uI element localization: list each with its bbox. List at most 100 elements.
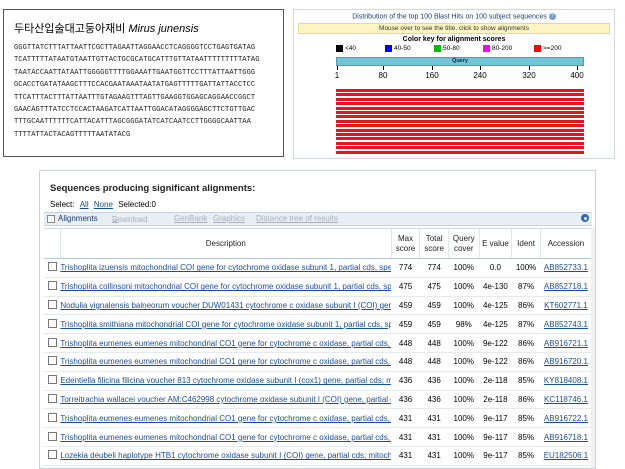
e-cell: 9e-122 bbox=[479, 333, 512, 353]
ident-cell: 87% bbox=[511, 277, 541, 297]
row-checkbox[interactable] bbox=[47, 393, 57, 403]
axis-tick bbox=[577, 66, 578, 70]
hit-bar[interactable] bbox=[336, 119, 584, 123]
alignments-tab[interactable]: Alignments bbox=[58, 214, 98, 223]
row-checkbox[interactable] bbox=[47, 337, 57, 347]
select-label: Select: bbox=[50, 200, 75, 209]
row-checkbox[interactable] bbox=[47, 375, 57, 385]
accession-link[interactable]: AB916722.1 bbox=[544, 414, 588, 423]
row-checkbox[interactable] bbox=[47, 412, 57, 422]
description-link[interactable]: Trishoplita collinsoni mitochondrial COI… bbox=[60, 282, 391, 291]
accession-cell: AB852733.1 bbox=[540, 258, 592, 278]
description-link[interactable]: Torreitrachia wallacei voucher AM:C46299… bbox=[60, 395, 391, 404]
row-checkbox[interactable] bbox=[47, 299, 57, 309]
row-checkbox[interactable] bbox=[47, 318, 57, 328]
accession-link[interactable]: AB916721.1 bbox=[544, 339, 588, 348]
select-all-link[interactable]: All bbox=[80, 200, 89, 209]
hit-bar[interactable] bbox=[336, 128, 584, 132]
accession-link[interactable]: KY818408.1 bbox=[544, 376, 588, 385]
hit-bar[interactable] bbox=[336, 133, 584, 136]
description-link[interactable]: Trishoplita izuensis mitochondrial COI g… bbox=[60, 263, 391, 272]
table-row: Torreitrachia wallacei voucher AM:C46299… bbox=[44, 390, 592, 410]
cover-cell: 100% bbox=[448, 427, 480, 447]
distance-tree-link[interactable]: Distance tree of results bbox=[256, 214, 338, 223]
accession-link[interactable]: KT602771.1 bbox=[544, 301, 588, 310]
hit-bar[interactable] bbox=[336, 102, 584, 106]
hit-bar[interactable] bbox=[336, 146, 584, 150]
accession-cell: AB916718.1 bbox=[540, 427, 592, 447]
row-select-cell bbox=[44, 408, 61, 429]
accession-link[interactable]: AB852743.1 bbox=[544, 320, 588, 329]
sequence-title-scientific: Mirus junensis bbox=[128, 23, 199, 35]
description-link[interactable]: Trishoplita smithiana mitochondrial COI … bbox=[60, 320, 391, 329]
download-button[interactable]: Download ⌄ bbox=[112, 214, 148, 224]
scrollbar[interactable] bbox=[591, 228, 595, 468]
hit-bar[interactable] bbox=[336, 106, 584, 110]
hit-bar[interactable] bbox=[336, 150, 584, 154]
accession-link[interactable]: AB916720.1 bbox=[544, 357, 588, 366]
ident-cell: 86% bbox=[511, 333, 541, 353]
results-panel: Sequences producing significant alignmen… bbox=[39, 170, 596, 469]
select-none-link[interactable]: None bbox=[94, 200, 113, 209]
description-link[interactable]: Trishoplita eumenes eumenes mitochondria… bbox=[60, 357, 391, 366]
description-link[interactable]: Lozekia deubeli haplotype HTB1 cytochrom… bbox=[60, 451, 391, 460]
accession-link[interactable]: EU182506.1 bbox=[544, 451, 588, 460]
help-icon[interactable]: ? bbox=[548, 13, 556, 20]
hit-bar[interactable] bbox=[336, 111, 584, 114]
row-select-cell bbox=[44, 371, 61, 391]
header-ident[interactable]: Ident bbox=[511, 228, 541, 259]
accession-link[interactable]: AB852733.1 bbox=[544, 263, 588, 272]
e-cell: 9e-117 bbox=[479, 427, 512, 447]
description-link[interactable]: Trishoplita eumenes eumenes mitochondria… bbox=[60, 414, 391, 423]
max-cell: 436 bbox=[391, 390, 420, 410]
graphics-link[interactable]: Graphics bbox=[213, 214, 245, 223]
e-cell: 9e-122 bbox=[479, 352, 512, 372]
header-accession[interactable]: Accession bbox=[540, 228, 593, 259]
header-query-cover[interactable]: Query cover bbox=[448, 228, 480, 259]
row-checkbox[interactable] bbox=[47, 262, 57, 272]
header-description[interactable]: Description bbox=[60, 228, 392, 259]
row-checkbox[interactable] bbox=[47, 356, 57, 366]
accession-link[interactable]: KC118746.1 bbox=[544, 395, 588, 404]
description-link[interactable]: Trishoplita eumenes eumenes mitochondria… bbox=[60, 433, 391, 442]
hit-bar[interactable] bbox=[336, 124, 584, 128]
legend-item: 40-50 bbox=[385, 45, 411, 53]
legend-swatch-icon bbox=[483, 45, 490, 53]
accession-link[interactable]: AB916718.1 bbox=[544, 433, 588, 442]
sequence-text: GGGTTATCTTTATTAATTCGCTTAGAATTAGGAACCTCAG… bbox=[14, 42, 283, 141]
header-total-score[interactable]: Total score bbox=[419, 228, 449, 259]
ident-cell: 86% bbox=[511, 296, 541, 316]
description-cell: Trishoplita izuensis mitochondrial COI g… bbox=[60, 258, 392, 278]
table-row: Trishoplita eumenes eumenes mitochondria… bbox=[44, 352, 592, 372]
checkbox-icon bbox=[47, 215, 55, 223]
total-cell: 436 bbox=[419, 371, 449, 391]
axis-tick-label: 160 bbox=[425, 71, 439, 80]
legend-item: <40 bbox=[336, 45, 356, 53]
total-cell: 475 bbox=[419, 277, 449, 297]
description-link[interactable]: Edentiella filicina filicina voucher 813… bbox=[60, 376, 391, 385]
hit-bar[interactable] bbox=[336, 115, 584, 119]
table-row: Trishoplita eumenes eumenes mitochondria… bbox=[44, 427, 592, 447]
genbank-link[interactable]: GenBank bbox=[174, 214, 207, 223]
results-heading: Sequences producing significant alignmen… bbox=[50, 183, 256, 194]
hit-bar[interactable] bbox=[336, 137, 584, 141]
header-e-value[interactable]: E value bbox=[479, 228, 513, 259]
row-checkbox[interactable] bbox=[47, 450, 57, 460]
sequence-line: TTTGCAATTTTTTCATTACATTTAGCGGGATATCATCAAT… bbox=[14, 118, 251, 127]
cover-cell: 100% bbox=[448, 390, 480, 410]
hit-bars-area[interactable] bbox=[336, 89, 584, 155]
row-checkbox[interactable] bbox=[47, 281, 57, 291]
row-select-cell bbox=[44, 314, 61, 335]
row-select-cell bbox=[44, 427, 61, 447]
axis-tick bbox=[337, 66, 338, 70]
hit-bar[interactable] bbox=[336, 141, 584, 145]
gear-icon[interactable] bbox=[581, 214, 589, 222]
hit-bar[interactable] bbox=[336, 97, 584, 101]
row-checkbox[interactable] bbox=[47, 431, 57, 441]
hit-bar[interactable] bbox=[336, 89, 584, 92]
hit-bar[interactable] bbox=[336, 93, 584, 97]
accession-link[interactable]: AB852718.1 bbox=[544, 282, 588, 291]
description-link[interactable]: Nodulia vignalensis balneorum voucher DU… bbox=[60, 301, 391, 310]
description-link[interactable]: Trishoplita eumenes eumenes mitochondria… bbox=[60, 339, 391, 348]
header-max-score[interactable]: Max score bbox=[391, 228, 421, 259]
